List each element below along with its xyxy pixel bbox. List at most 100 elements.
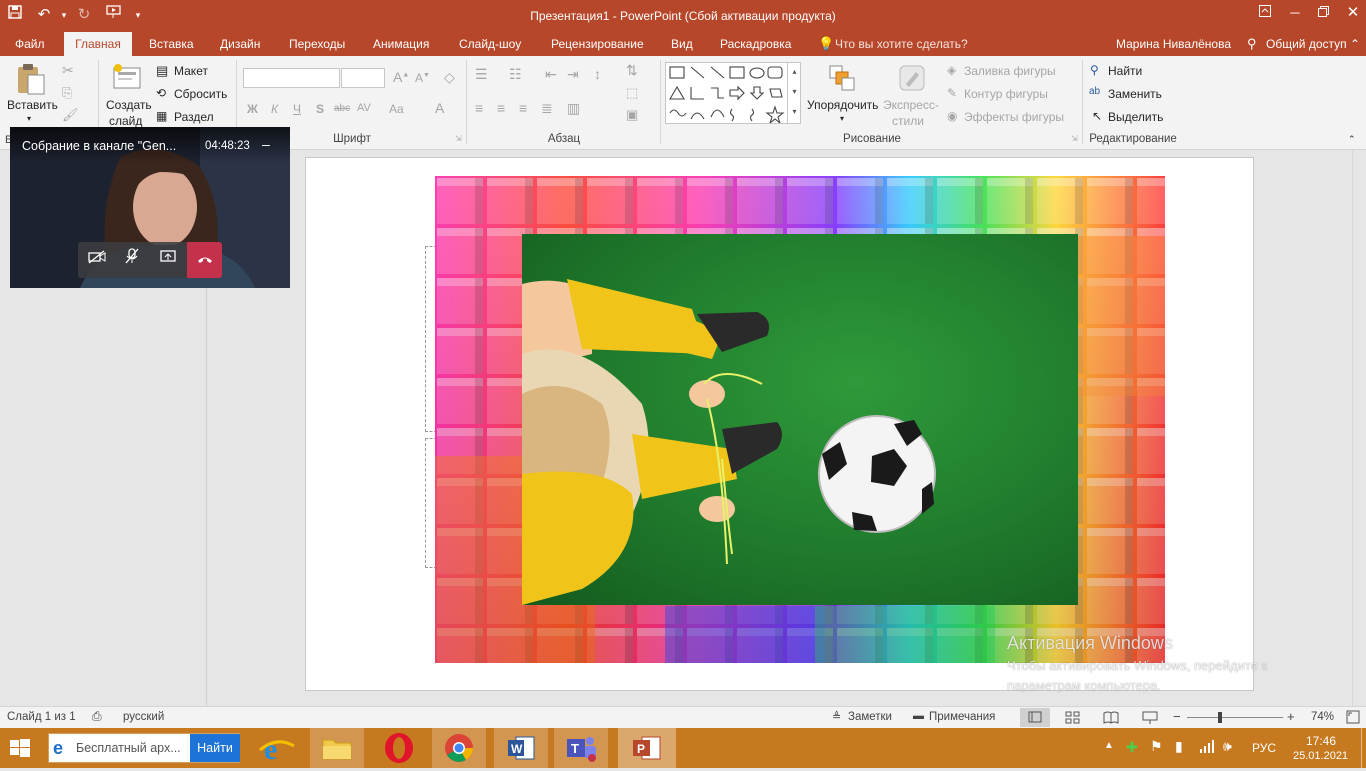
spellcheck-icon[interactable]: ⎙ xyxy=(92,709,102,724)
clear-formatting-icon[interactable]: ◇ xyxy=(444,69,455,86)
clock-date[interactable]: 25.01.2021 xyxy=(1293,750,1348,762)
find-button[interactable]: Найти xyxy=(1108,64,1142,78)
show-desktop-button[interactable] xyxy=(1361,728,1366,768)
align-right-icon[interactable]: ≡ xyxy=(519,100,527,116)
decrease-indent-icon[interactable]: ⇤ xyxy=(545,66,557,83)
paste-icon[interactable] xyxy=(14,62,48,99)
hang-up-icon[interactable] xyxy=(187,242,222,278)
bullets-icon[interactable]: ☰ xyxy=(475,66,488,83)
tray-app-icon[interactable]: ✚ xyxy=(1126,739,1138,756)
replace-button[interactable]: Заменить xyxy=(1108,87,1162,101)
align-left-icon[interactable]: ≡ xyxy=(475,100,483,116)
vertical-scrollbar[interactable] xyxy=(1352,150,1366,706)
justify-icon[interactable]: ≣ xyxy=(541,100,553,117)
taskbar-search-box[interactable]: e Бесплатный арх... Найти xyxy=(48,733,240,763)
line-spacing-icon[interactable]: ↕ xyxy=(594,66,601,82)
zoom-slider-thumb[interactable] xyxy=(1218,712,1222,723)
format-painter-icon[interactable]: 🖌 xyxy=(62,107,79,123)
numbering-icon[interactable]: ☷ xyxy=(509,66,522,83)
file-explorer-icon[interactable] xyxy=(310,728,364,768)
font-color-button[interactable]: A xyxy=(435,100,444,116)
windows-start-icon[interactable] xyxy=(10,739,30,760)
tab-review[interactable]: Рецензирование xyxy=(551,32,644,56)
convert-smartart-icon[interactable]: ▣ xyxy=(626,107,638,123)
tab-view[interactable]: Вид xyxy=(671,32,693,56)
teams-meeting-window[interactable]: Собрание в канале "Gen... 04:48:23 – xyxy=(10,127,290,288)
tab-home[interactable]: Главная xyxy=(64,32,132,56)
drawing-dialog-launcher-icon[interactable]: ⇲ xyxy=(1071,134,1078,143)
shapes-gallery[interactable] xyxy=(665,62,801,125)
new-slide-label-1[interactable]: Создать xyxy=(106,98,152,112)
increase-indent-icon[interactable]: ⇥ xyxy=(567,66,579,83)
select-button[interactable]: Выделить xyxy=(1108,110,1163,124)
comments-button[interactable]: Примечания xyxy=(929,711,995,723)
chevron-up-icon[interactable]: ⌃ xyxy=(1350,32,1360,56)
user-name[interactable]: Марина Нивалёнова xyxy=(1116,32,1231,56)
close-button[interactable]: ✕ xyxy=(1338,0,1366,28)
slideshow-view-icon[interactable] xyxy=(1140,708,1160,730)
tab-storyboard[interactable]: Раскадровка xyxy=(720,32,791,56)
tab-file[interactable]: Файл xyxy=(15,32,45,56)
internet-explorer-icon[interactable]: e xyxy=(250,728,304,768)
quick-styles-label-1[interactable]: Экспресс- xyxy=(883,98,939,112)
zoom-level[interactable]: 74% xyxy=(1311,711,1334,723)
normal-view-button[interactable] xyxy=(1020,708,1050,727)
action-center-flag-icon[interactable]: ⚑ xyxy=(1150,738,1163,755)
align-text-icon[interactable]: ⬚ xyxy=(626,85,638,101)
opera-icon[interactable] xyxy=(372,728,426,768)
bold-button[interactable]: Ж xyxy=(247,102,258,116)
notes-button[interactable]: Заметки xyxy=(848,711,892,723)
italic-button[interactable]: К xyxy=(271,102,278,116)
slide-sorter-view-icon[interactable] xyxy=(1063,708,1083,730)
align-center-icon[interactable]: ≡ xyxy=(497,100,505,116)
shapes-gallery-scroll[interactable]: ▴ ▾ ▾ xyxy=(787,62,801,124)
football-photo[interactable] xyxy=(522,234,1078,605)
paste-dropdown-icon[interactable]: ▾ xyxy=(27,114,31,123)
share-button[interactable]: Общий доступ xyxy=(1266,32,1347,56)
tab-slideshow[interactable]: Слайд-шоу xyxy=(459,32,521,56)
cut-icon[interactable]: ✂ xyxy=(62,62,74,79)
meeting-minimize-button[interactable]: – xyxy=(262,136,270,152)
taskbar-search-button[interactable]: Найти xyxy=(190,734,240,762)
character-spacing-button[interactable]: AV xyxy=(357,102,371,114)
mic-muted-icon[interactable] xyxy=(115,242,149,278)
change-case-button[interactable]: Aa xyxy=(389,102,404,116)
collapse-ribbon-icon[interactable]: ⌃ xyxy=(1348,134,1356,145)
tab-insert[interactable]: Вставка xyxy=(149,32,194,56)
minimize-button[interactable]: ─ xyxy=(1280,0,1310,28)
grow-font-icon[interactable]: A▲ xyxy=(393,69,409,85)
volume-icon[interactable]: 🕪 xyxy=(1223,738,1232,755)
restore-button[interactable] xyxy=(1308,0,1338,28)
font-family-combobox[interactable] xyxy=(243,68,340,88)
shadow-button[interactable]: S xyxy=(316,102,324,116)
columns-icon[interactable]: ▥ xyxy=(567,100,580,117)
text-direction-icon[interactable]: ⇅ xyxy=(626,62,638,79)
taskbar-search-text[interactable]: Бесплатный арх... xyxy=(76,741,181,755)
clock-time[interactable]: 17:46 xyxy=(1306,734,1336,748)
arrange-dropdown-icon[interactable]: ▾ xyxy=(840,114,844,123)
ribbon-display-options-icon[interactable] xyxy=(1250,0,1280,28)
quick-styles-icon[interactable] xyxy=(898,64,926,95)
language-indicator[interactable]: русский xyxy=(123,711,164,723)
strikethrough-button[interactable]: abc xyxy=(334,103,350,114)
word-icon[interactable]: W xyxy=(494,728,548,768)
tab-transitions[interactable]: Переходы xyxy=(289,32,345,56)
input-language-indicator[interactable]: РУС xyxy=(1252,741,1276,755)
tab-animation[interactable]: Анимация xyxy=(373,32,429,56)
shape-effects-button[interactable]: Эффекты фигуры xyxy=(964,110,1064,124)
tab-design[interactable]: Дизайн xyxy=(220,32,260,56)
reading-view-icon[interactable] xyxy=(1101,708,1121,730)
shape-fill-button[interactable]: Заливка фигуры xyxy=(964,64,1056,78)
arrange-button[interactable]: Упорядочить xyxy=(807,98,878,112)
battery-icon[interactable]: ▮ xyxy=(1175,738,1183,755)
fit-to-window-icon[interactable] xyxy=(1345,709,1361,728)
zoom-slider[interactable] xyxy=(1187,717,1283,718)
show-hidden-icons[interactable]: ▲ xyxy=(1104,740,1114,751)
arrange-icon[interactable] xyxy=(828,64,856,95)
camera-off-icon[interactable] xyxy=(80,242,114,278)
shape-outline-button[interactable]: Контур фигуры xyxy=(964,87,1048,101)
paste-button[interactable]: Вставить xyxy=(7,98,58,112)
powerpoint-icon[interactable]: P xyxy=(618,728,676,768)
tell-me-search[interactable]: Что вы хотите сделать? xyxy=(835,32,968,56)
layout-button[interactable]: Макет xyxy=(174,64,208,78)
